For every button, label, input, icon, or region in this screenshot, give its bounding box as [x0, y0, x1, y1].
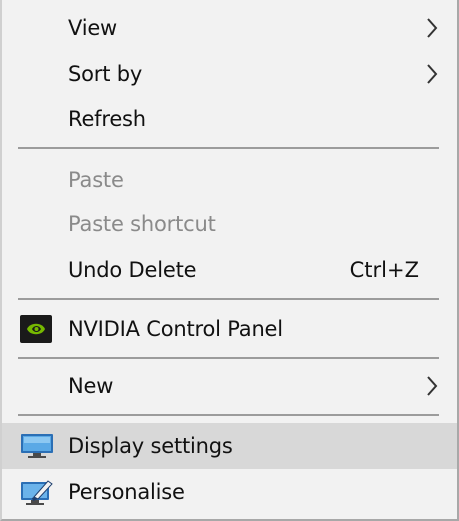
menu-item-sort-by[interactable]: Sort by — [2, 52, 457, 96]
monitor-icon — [21, 434, 53, 458]
chevron-right-icon — [427, 376, 438, 396]
menu-item-new[interactable]: New — [2, 364, 457, 408]
menu-item-label: Paste shortcut — [68, 212, 216, 236]
menu-separator — [18, 298, 439, 300]
menu-item-paste-shortcut: Paste shortcut — [2, 202, 457, 246]
menu-item-personalise[interactable]: Personalise — [2, 470, 457, 514]
menu-item-undo-delete[interactable]: Undo Delete Ctrl+Z — [2, 248, 457, 292]
menu-item-label: New — [68, 374, 114, 398]
menu-item-label: Refresh — [68, 107, 146, 131]
nvidia-logo-icon — [20, 315, 52, 343]
menu-separator — [18, 147, 439, 149]
menu-item-label: Undo Delete — [68, 258, 197, 282]
personalise-icon — [21, 480, 53, 505]
desktop-context-menu: View Sort by Refresh Paste Paste shortcu… — [0, 0, 459, 521]
menu-item-label: Display settings — [68, 434, 233, 458]
menu-item-nvidia-control-panel[interactable]: NVIDIA Control Panel — [2, 307, 457, 351]
keyboard-shortcut: Ctrl+Z — [349, 258, 419, 282]
menu-item-label: Sort by — [68, 62, 143, 86]
menu-item-label: NVIDIA Control Panel — [68, 317, 283, 341]
menu-item-label: View — [68, 16, 118, 40]
chevron-right-icon — [427, 64, 438, 84]
menu-item-paste: Paste — [2, 158, 457, 202]
menu-separator — [18, 357, 439, 359]
menu-item-display-settings[interactable]: Display settings — [2, 423, 457, 469]
menu-item-view[interactable]: View — [2, 6, 457, 50]
menu-separator — [18, 414, 439, 416]
chevron-right-icon — [427, 18, 438, 38]
menu-item-label: Paste — [68, 168, 124, 192]
menu-item-label: Personalise — [68, 480, 185, 504]
menu-item-refresh[interactable]: Refresh — [2, 97, 457, 141]
